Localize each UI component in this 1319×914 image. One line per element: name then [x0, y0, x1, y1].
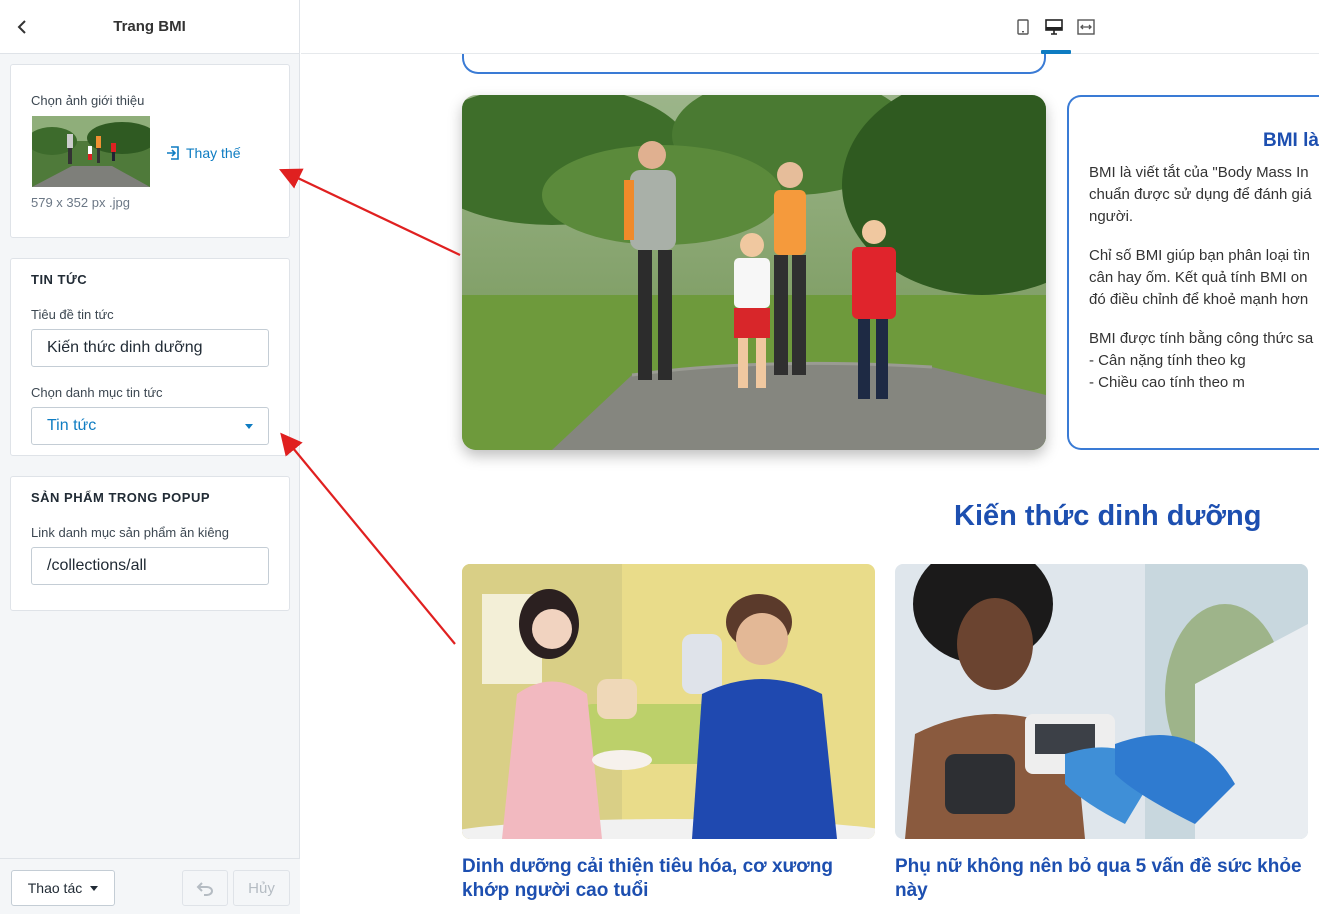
bmi-info-line: chuẩn được sử dụng để đánh giá	[1089, 186, 1312, 203]
replace-icon	[167, 146, 179, 160]
sidebar-header: Trang BMI	[0, 0, 299, 54]
popup-products-card: SẢN PHẨM TRONG POPUP Link danh mục sản p…	[10, 476, 290, 611]
bmi-info-line: - Cân nặng tính theo kg	[1089, 352, 1246, 369]
popup-section-title: SẢN PHẨM TRONG POPUP	[31, 490, 211, 505]
bmi-intro-image	[462, 95, 1046, 450]
diet-collection-link-label: Link danh mục sản phẩm ăn kiêng	[31, 525, 230, 540]
news-heading: Kiến thức dinh dưỡng	[954, 500, 1262, 532]
article-title[interactable]: Phụ nữ không nên bỏ qua 5 vấn đề sức khỏ…	[895, 855, 1308, 903]
replace-image-button[interactable]: Thay thế	[165, 145, 240, 161]
bmi-info-line: đó điều chỉnh để khoẻ mạnh hơn	[1089, 291, 1309, 308]
cancel-button[interactable]: Hủy	[233, 870, 290, 906]
actions-dropdown-button[interactable]: Thao tác	[11, 870, 115, 906]
device-toolbar	[301, 0, 1319, 54]
mobile-icon[interactable]	[1012, 16, 1034, 38]
bmi-info-box: BMI là BMI là viết tắt của "Body Mass In…	[1067, 95, 1319, 450]
back-chevron-icon[interactable]	[12, 17, 32, 37]
fullscreen-icon[interactable]	[1075, 16, 1097, 38]
news-category-value: Tin tức	[47, 417, 97, 434]
news-category-select[interactable]: Tin tức	[31, 407, 269, 445]
replace-image-label: Thay thế	[186, 145, 241, 161]
caret-down-icon	[90, 885, 99, 891]
news-title-input[interactable]: Kiến thức dinh dưỡng	[31, 329, 269, 367]
diet-collection-link-input[interactable]: /collections/all	[31, 547, 269, 585]
bmi-info-line: người.	[1089, 208, 1134, 225]
caret-down-icon	[245, 424, 253, 429]
intro-image-thumbnail[interactable]	[32, 116, 150, 187]
image-dimensions: 579 x 352 px .jpg	[31, 195, 131, 210]
bmi-info-title: BMI là	[1263, 130, 1319, 151]
intro-image-label: Chọn ảnh giới thiệu	[31, 93, 145, 108]
sidebar-footer: Thao tác Hủy	[0, 858, 300, 914]
news-settings-card: TIN TỨC Tiêu đề tin tức Kiến thức dinh d…	[10, 258, 290, 456]
desktop-icon[interactable]	[1043, 16, 1065, 38]
bmi-info-line: BMI là viết tắt của "Body Mass In	[1089, 164, 1309, 181]
bmi-info-line: Chỉ số BMI giúp bạn phân loại tìn	[1089, 247, 1310, 264]
news-section-title: TIN TỨC	[31, 272, 88, 287]
active-device-indicator	[1041, 50, 1071, 54]
actions-label: Thao tác	[27, 880, 83, 896]
article-image[interactable]	[895, 564, 1308, 839]
news-title-label: Tiêu đề tin tức	[31, 307, 114, 322]
theme-editor-sidebar: Trang BMI Chọn ảnh giới thiệu Thay thế 5…	[0, 0, 300, 914]
undo-icon	[196, 882, 213, 896]
bmi-info-line: - Chiều cao tính theo m	[1089, 374, 1245, 391]
sidebar-title: Trang BMI	[113, 18, 186, 35]
bmi-info-line: cân hay ốm. Kết quả tính BMI on	[1089, 269, 1308, 286]
undo-button[interactable]	[182, 870, 228, 906]
news-category-label: Chọn danh mục tin tức	[31, 385, 163, 400]
intro-image-card: Chọn ảnh giới thiệu Thay thế 579 x 352 p…	[10, 64, 290, 238]
storefront-preview: BMI là BMI là viết tắt của "Body Mass In…	[301, 0, 1319, 914]
article-image[interactable]	[462, 564, 875, 839]
bmi-info-line: BMI được tính bằng công thức sa	[1089, 330, 1314, 347]
article-title[interactable]: Dinh dưỡng cải thiện tiêu hóa, cơ xương …	[462, 855, 875, 903]
